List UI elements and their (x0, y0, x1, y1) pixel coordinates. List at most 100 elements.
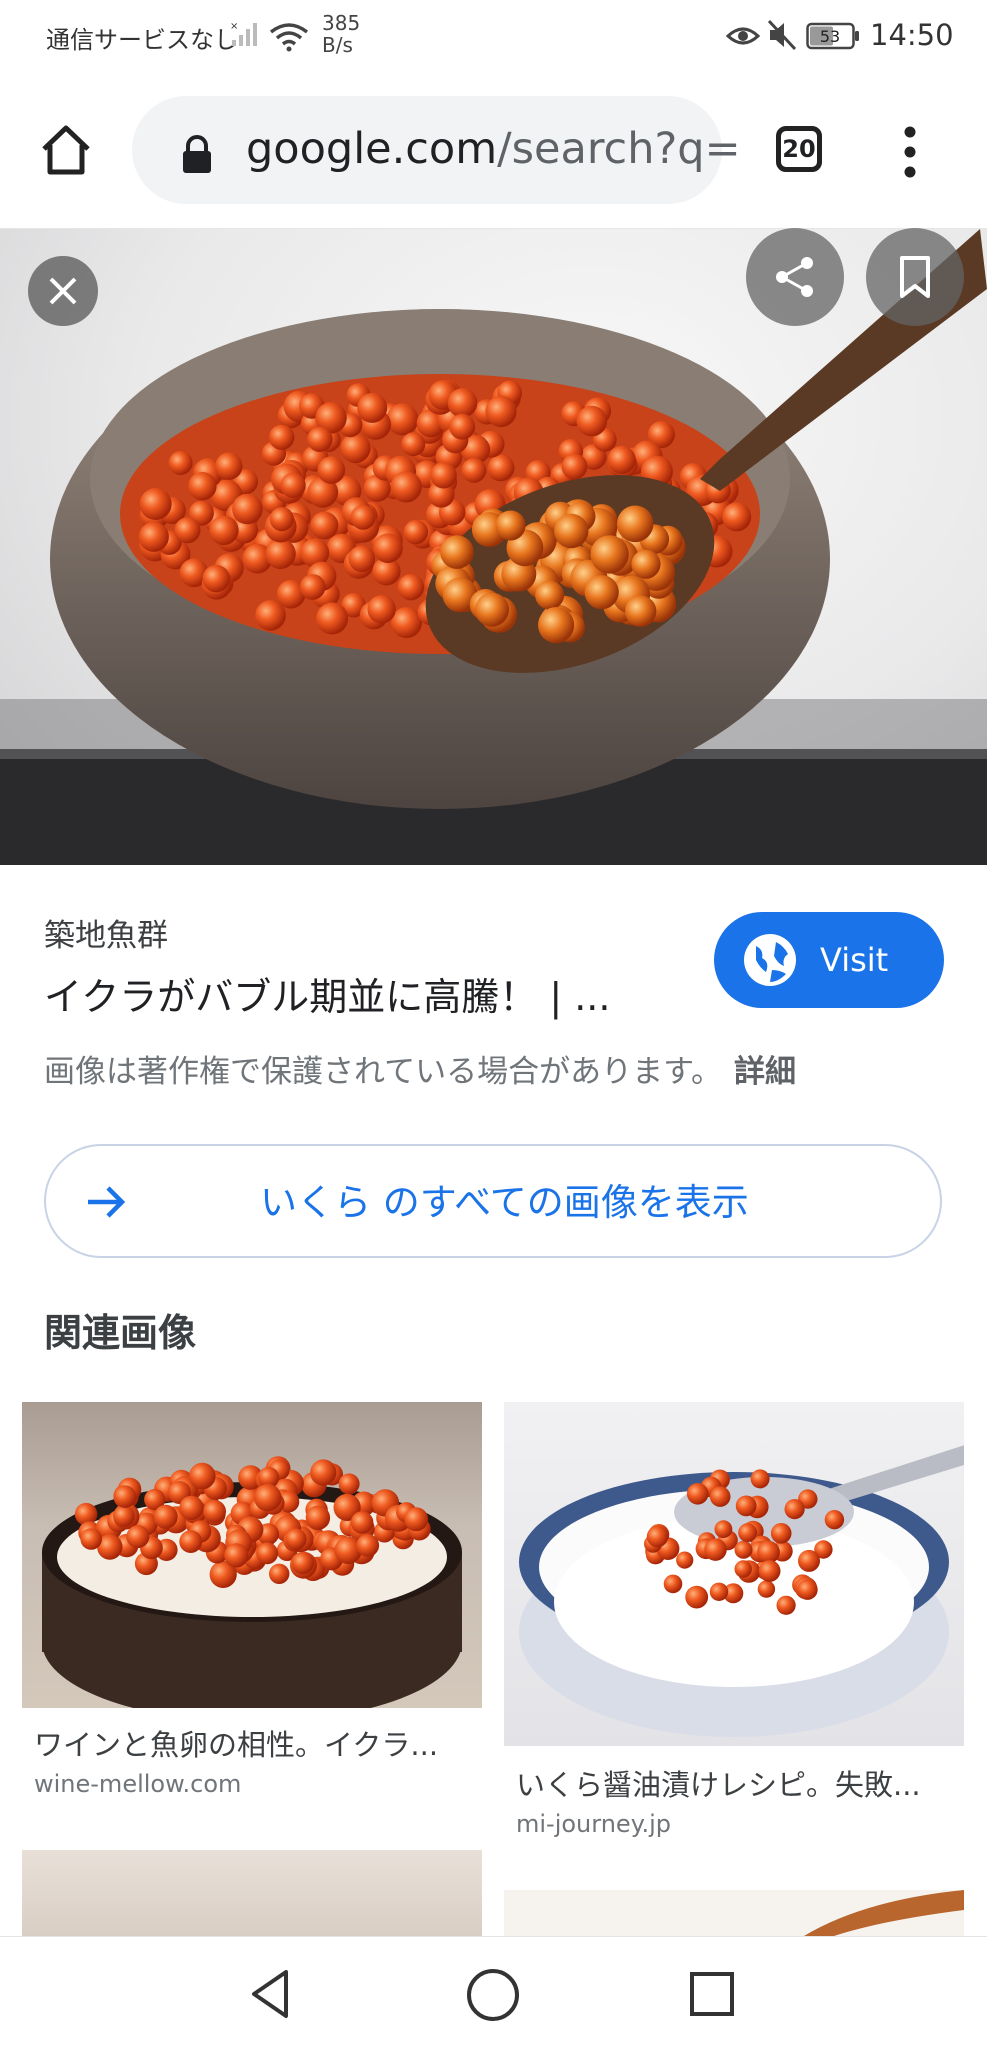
roe-dot (735, 1495, 757, 1517)
roe-dot (310, 1459, 337, 1486)
url-text[interactable]: google.com/search?q= (246, 124, 741, 174)
roe-dot (722, 502, 752, 532)
roe-dot (254, 1484, 282, 1512)
related-domain-1: wine-mellow.com (34, 1770, 242, 1798)
back-icon[interactable] (244, 1966, 300, 2022)
view-all-images-label: いくら のすべての画像を表示 (260, 1181, 749, 1224)
mute-icon (767, 19, 797, 51)
ikura-bowl-image (0, 229, 987, 865)
roe-dot (113, 1505, 135, 1527)
roe-dot (80, 1528, 102, 1550)
roe-dot (663, 1574, 683, 1594)
roe-dot (317, 456, 346, 484)
roe-dot (686, 1483, 709, 1505)
related-image-2[interactable] (504, 1402, 964, 1746)
roe-dot (449, 413, 476, 440)
more-menu-icon[interactable] (890, 124, 930, 180)
roe-dot (704, 1538, 727, 1561)
related-caption-1[interactable]: ワインと魚卵の相性。イクラ... (34, 1722, 438, 1764)
roe-dot (738, 1523, 757, 1542)
roe-dot (734, 1540, 753, 1559)
roe-dot (202, 564, 230, 593)
roe-dot (631, 549, 661, 579)
roe-dot (285, 1528, 307, 1550)
roe-dot (215, 452, 243, 480)
spoon-image (804, 1890, 964, 1936)
roe-dot (255, 600, 286, 631)
roe-dot (310, 511, 339, 540)
roe-dot (776, 1595, 796, 1615)
roe-dot (461, 458, 487, 483)
tab-switcher-button[interactable]: 20 (776, 126, 822, 172)
roe-dot (139, 488, 172, 520)
net-speed-unit: B/s (322, 33, 353, 57)
roe-dot (390, 471, 422, 503)
result-title[interactable]: イクラがバブル期並に高騰！ | ... (44, 966, 610, 1021)
roe-dot (538, 607, 575, 644)
ikura-don-image (42, 1456, 462, 1708)
roe-dot (676, 1551, 694, 1569)
home-button[interactable] (36, 120, 96, 180)
roe-dot (403, 519, 429, 545)
visit-label: Visit (820, 941, 889, 979)
roe-dot (340, 433, 371, 464)
roe-dot (784, 1499, 805, 1520)
roe-dot (709, 1582, 729, 1601)
roe-dot (625, 595, 657, 627)
related-image-1[interactable] (22, 1402, 482, 1708)
roe-dot (338, 1473, 360, 1495)
related-image-4[interactable] (504, 1890, 964, 1936)
recent-apps-icon[interactable] (684, 1966, 740, 2022)
lock-icon (183, 135, 211, 173)
roe-dot (646, 1525, 669, 1548)
roe-dot (350, 505, 376, 530)
related-caption-2[interactable]: いくら醤油漬けレシピ。失敗... (516, 1762, 921, 1804)
url-host: google.com (246, 124, 498, 174)
roe-dot (291, 1552, 314, 1575)
roe-dot (430, 462, 457, 489)
battery-shape: 53 (806, 22, 859, 50)
visit-button[interactable]: Visit (714, 912, 944, 1008)
clock: 14:50 (870, 18, 954, 52)
roe-dot (607, 445, 636, 474)
net-speed: 385 B/s (322, 12, 360, 56)
roe-dot (535, 580, 565, 610)
share-button[interactable] (746, 228, 844, 326)
roe-dot (386, 403, 419, 436)
close-button[interactable] (28, 256, 98, 326)
roe-dot (126, 1525, 150, 1549)
roe-dot (734, 1560, 752, 1578)
roe-dot (269, 424, 295, 450)
roe-dot (168, 451, 193, 475)
roe-dot (584, 575, 619, 610)
home-circle-icon[interactable] (464, 1966, 522, 2024)
roe-dot (299, 574, 326, 600)
roe-dot (770, 1523, 792, 1544)
roe-dot (401, 432, 426, 457)
roe-dot (203, 1500, 227, 1523)
roe-dot (174, 517, 201, 544)
wifi-icon (269, 23, 309, 52)
details-link[interactable]: 詳細 (734, 1054, 796, 1090)
roe-dot (561, 453, 588, 480)
roe-dot (798, 1549, 820, 1572)
roe-dot (189, 1462, 216, 1490)
related-image-3[interactable] (22, 1850, 482, 1936)
preview-image[interactable] (0, 229, 987, 865)
roe-dot (153, 1504, 178, 1529)
roe-dot (554, 513, 589, 549)
roe-dot (265, 538, 296, 569)
roe-dot (232, 493, 263, 525)
roe-dot (487, 454, 515, 482)
roe-dot (113, 1485, 137, 1508)
roe-dot (280, 472, 306, 498)
roe-dot (269, 1563, 290, 1584)
roe-dot (616, 505, 654, 543)
url-path: /search?q= (497, 124, 741, 174)
roe-dot (356, 1534, 380, 1557)
bookmark-icon (900, 256, 930, 298)
roe-dot (685, 1585, 709, 1609)
arrow-right-icon (88, 1186, 126, 1218)
roe-dot (188, 472, 217, 501)
save-button[interactable] (866, 228, 964, 326)
